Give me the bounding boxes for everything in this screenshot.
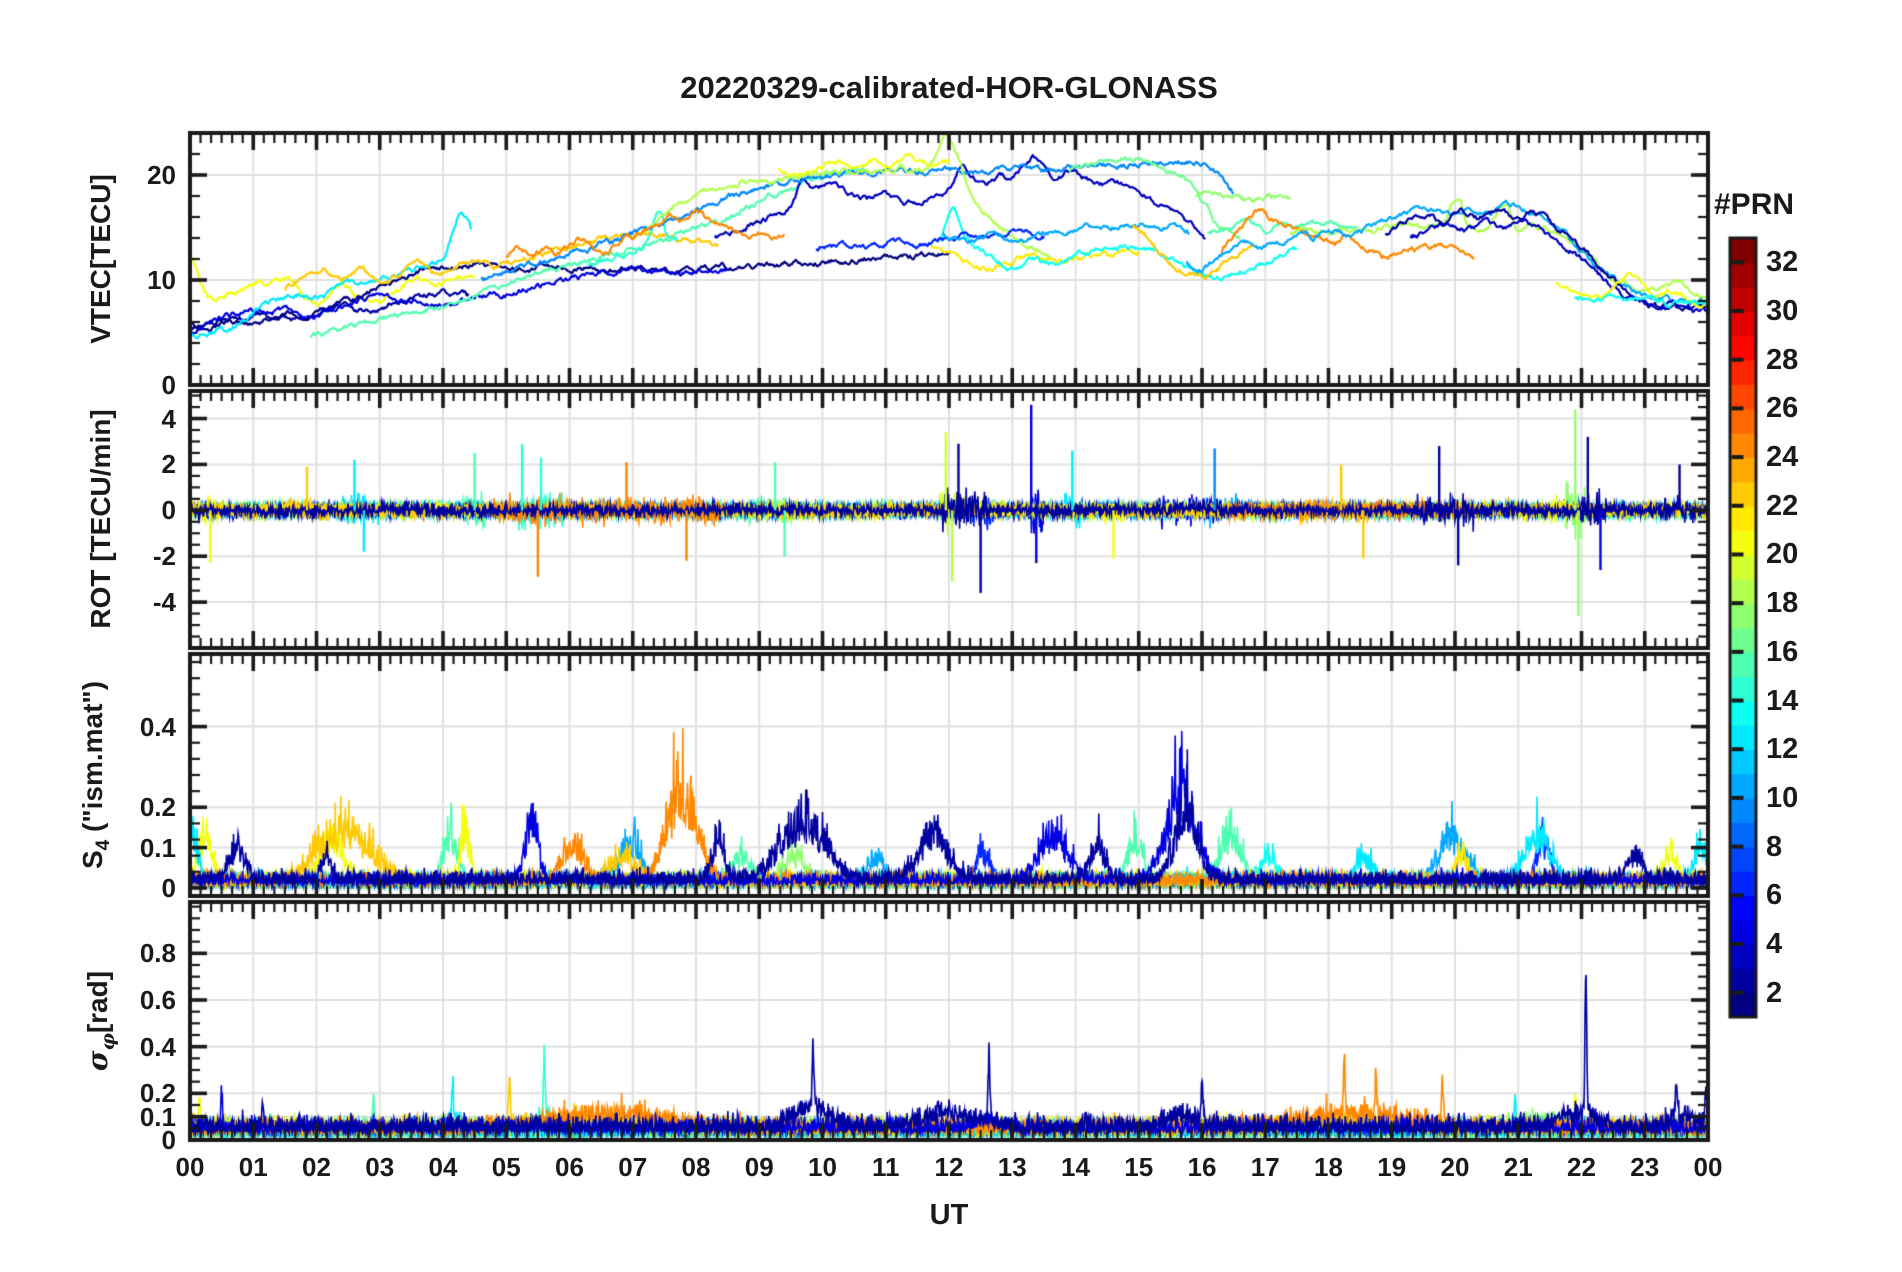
y-tick-label: 0.1	[139, 832, 176, 863]
y-tick-label: 0.6	[139, 985, 176, 1015]
colorbar-tick-label: 30	[1766, 295, 1799, 328]
colorbar-tick-label: 4	[1766, 927, 1783, 960]
chart-canvas	[0, 0, 1902, 1272]
colorbar-tick-label: 10	[1766, 781, 1799, 814]
colorbar-tick-label: 16	[1766, 635, 1799, 668]
y-tick-label: 0	[161, 370, 176, 400]
colorbar-tick-label: 12	[1766, 733, 1799, 766]
y-tick-label: 0.4	[139, 1031, 176, 1062]
colorbar-tick-label: 24	[1766, 441, 1799, 474]
colorbar-tick-label: 2	[1766, 976, 1783, 1009]
colorbar-tick-label: 32	[1766, 246, 1799, 279]
figure: 20220329-calibrated-HOR-GLONASS UT #PRN …	[0, 0, 1902, 1272]
y-tick-label: 0	[161, 872, 176, 903]
colorbar-tick-label: 22	[1766, 489, 1799, 522]
colorbar-tick-label: 14	[1766, 684, 1799, 717]
colorbar-title: #PRN	[1714, 188, 1795, 221]
colorbar-tick-label: 8	[1766, 830, 1783, 863]
x-axis-label: UT	[929, 1199, 969, 1231]
y-axis-label-text: VTEC[TECU]	[85, 174, 117, 344]
y-tick-label: 2	[161, 449, 176, 480]
y-tick-label: 20	[147, 160, 176, 190]
y-tick-label: 4	[161, 403, 176, 434]
colorbar-tick-label: 28	[1766, 343, 1799, 376]
colorbar-tick-label: 26	[1766, 392, 1799, 425]
y-tick-label: 10	[147, 265, 176, 295]
y-tick-label: -2	[152, 541, 176, 572]
y-tick-label: 0	[161, 495, 176, 526]
y-axis-label-vtec: VTEC[TECU]	[85, 174, 123, 344]
colorbar-tick-label: 20	[1766, 538, 1799, 571]
colorbar-tick-label: 6	[1766, 879, 1783, 912]
chart-title: 20220329-calibrated-HOR-GLONASS	[680, 70, 1218, 105]
y-tick-label: 0.2	[139, 1078, 176, 1109]
y-tick-label: 0.2	[139, 792, 176, 823]
x-tick-label: 00	[1693, 1152, 1723, 1182]
y-tick-label: -4	[152, 587, 176, 618]
y-tick-label: 0.8	[139, 938, 176, 969]
colorbar-tick-label: 18	[1766, 587, 1799, 620]
y-tick-label: 0.4	[139, 711, 176, 742]
